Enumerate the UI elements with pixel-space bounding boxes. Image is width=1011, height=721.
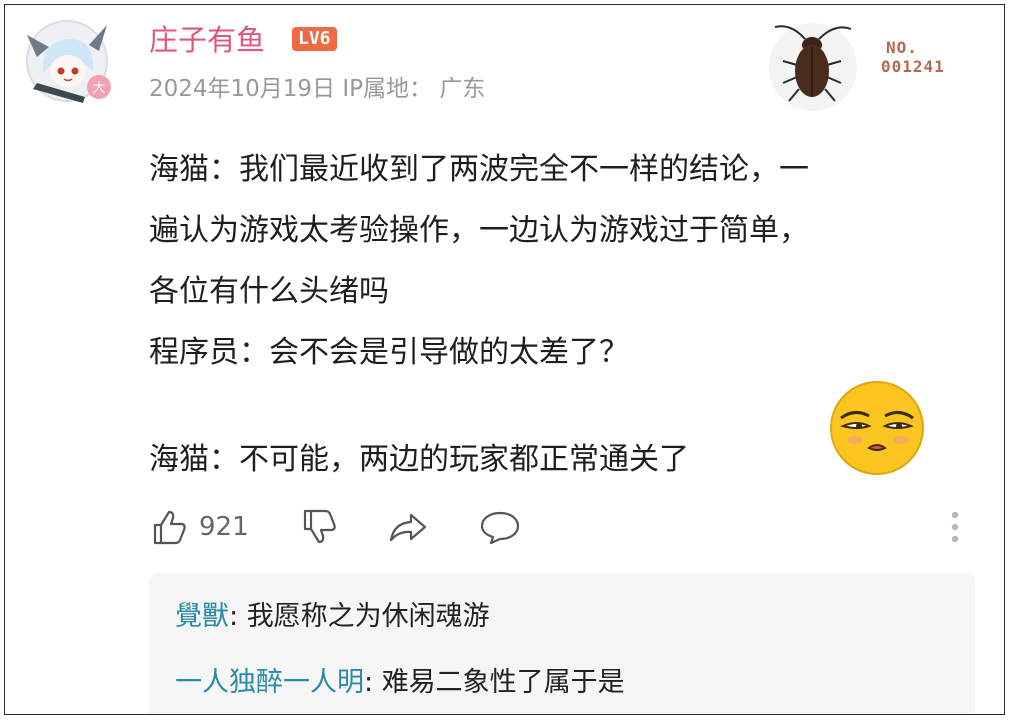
post-meta: 2024年10月19日 IP属地： 广东 <box>149 73 485 105</box>
reply-author[interactable]: 一人独醉一人明 <box>175 667 364 698</box>
replies-box: 覺獸: 我愿称之为休闲魂游 一人独醉一人明: 难易二象性了属于是 <box>149 573 975 714</box>
post-line: 程序员：会不会是引导做的太差了？ <box>149 335 629 370</box>
username[interactable]: 庄子有鱼 <box>149 21 265 59</box>
like-count: 921 <box>199 512 249 542</box>
action-bar: 921 <box>149 505 979 549</box>
reply-author[interactable]: 覺獸 <box>175 601 229 632</box>
level-badge: LV6 <box>292 27 337 51</box>
thumbs-up-icon <box>149 507 189 547</box>
decoration-number-prefix: NO. <box>886 38 918 57</box>
reply-separator: : <box>364 667 382 698</box>
smug-face-emoji-icon <box>827 378 927 478</box>
dislike-button[interactable] <box>299 505 339 549</box>
comment-card: 大 庄子有鱼 LV6 2024年10月19日 IP属地： 广东 NO. 0012… <box>4 4 1005 715</box>
reply-item[interactable]: 覺獸: 我愿称之为休闲魂游 <box>175 597 490 637</box>
post-line: 遍认为游戏太考验操作，一边认为游戏过于简单， <box>149 213 809 248</box>
reply-item[interactable]: 一人独醉一人明: 难易二象性了属于是 <box>175 663 625 703</box>
post-line: 各位有什么头绪吗 <box>149 274 389 309</box>
avatar[interactable]: 大 <box>23 17 115 109</box>
share-icon <box>387 507 429 547</box>
cockroach-decoration-icon <box>765 17 861 113</box>
decoration-number-value: 001241 <box>881 57 945 76</box>
thumbs-down-icon <box>299 507 339 547</box>
comment-button[interactable] <box>479 505 521 549</box>
reply-text: 难易二象性了属于是 <box>381 667 625 698</box>
more-vertical-icon <box>949 507 961 547</box>
reply-separator: : <box>229 601 247 632</box>
post-date: 2024年10月19日 <box>149 76 336 102</box>
decoration-number: NO. 001241 <box>881 38 945 76</box>
ip-location: 广东 <box>439 76 486 102</box>
comment-icon <box>479 507 521 547</box>
like-button[interactable]: 921 <box>149 505 249 549</box>
avatar-badge-text: 大 <box>92 81 105 96</box>
share-button[interactable] <box>387 505 429 549</box>
ip-label: IP属地： <box>342 76 433 102</box>
reply-text: 我愿称之为休闲魂游 <box>246 601 490 632</box>
more-options-button[interactable] <box>949 505 961 549</box>
post-line: 海猫：我们最近收到了两波完全不一样的结论，一 <box>149 152 809 187</box>
